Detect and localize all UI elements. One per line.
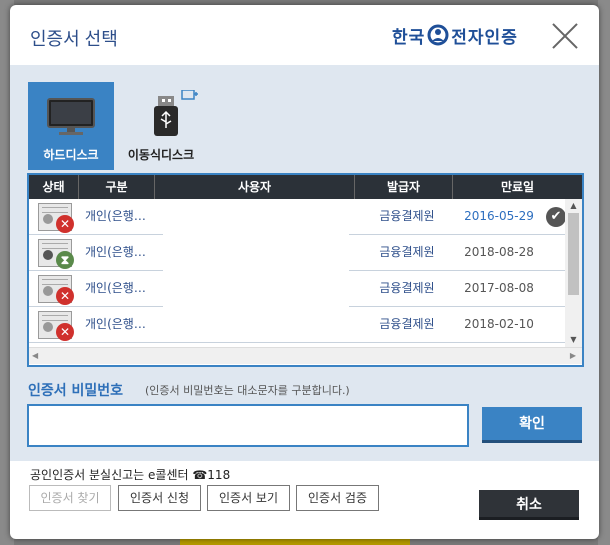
expired-icon: ✕ [56, 215, 74, 233]
cell-type: 개인(은행… [85, 245, 146, 259]
user-column-redaction [163, 203, 349, 333]
verify-certificate-button[interactable]: 인증서 검증 [296, 485, 379, 511]
monitor-icon [47, 98, 95, 135]
scroll-down-icon[interactable]: ▼ [565, 333, 582, 347]
cell-expiry: 2018-02-10 [464, 317, 534, 331]
cell-expiry: 2016-05-29 [464, 209, 534, 223]
hourglass-icon: ⧗ [56, 251, 74, 269]
table-header: 상태 구분 사용자 발급자 만료일 [29, 175, 582, 199]
cell-issuer: 금융결제원 [379, 245, 435, 259]
background-right-edge [598, 0, 610, 545]
vertical-scrollbar[interactable]: ▲ ▼ [565, 199, 582, 347]
cell-type: 개인(은행… [85, 281, 146, 295]
tab-hard-disk-label: 하드디스크 [43, 148, 99, 162]
dialog-header: 인증서 선택 한국 전자인증 [10, 5, 599, 65]
brand-right-text: 전자인증 [451, 27, 518, 47]
brand-left-text: 한국 [392, 27, 426, 47]
cell-issuer: 금융결제원 [379, 209, 435, 223]
cell-expiry: 2017-08-08 [464, 281, 534, 295]
brand-emblem-icon [427, 24, 449, 46]
certificate-table: 상태 구분 사용자 발급자 만료일 ✕ 개인(은행… 금융결제원 2016-05… [27, 173, 584, 367]
column-header-user[interactable]: 사용자 [155, 175, 355, 199]
certificate-dialog: 인증서 선택 한국 전자인증 하드디스크 이동식디스크 상태 구분 사용자 발급… [10, 5, 599, 539]
column-header-status[interactable]: 상태 [29, 175, 79, 199]
lost-report-note: 공인인증서 분실신고는 e콜센터 ☎118 [30, 468, 231, 482]
cell-issuer: 금융결제원 [379, 281, 435, 295]
tab-hard-disk[interactable]: 하드디스크 [28, 82, 114, 170]
cell-issuer: 금융결제원 [379, 317, 435, 331]
background-bottom-bar [180, 539, 410, 545]
close-icon[interactable] [551, 22, 579, 50]
scrollbar-thumb[interactable] [568, 213, 579, 295]
cell-type: 개인(은행… [85, 209, 146, 223]
view-certificate-button[interactable]: 인증서 보기 [207, 485, 290, 511]
expired-icon: ✕ [56, 323, 74, 341]
scroll-up-icon[interactable]: ▲ [565, 199, 582, 213]
horizontal-scrollbar[interactable]: ◀ ▶ [29, 347, 582, 364]
find-certificate-button[interactable]: 인증서 찾기 [29, 485, 111, 511]
usb-drive-icon [154, 90, 198, 136]
confirm-button[interactable]: 확인 [482, 407, 582, 443]
tab-removable-disk[interactable]: 이동식디스크 [118, 82, 204, 170]
expired-icon: ✕ [56, 287, 74, 305]
tab-removable-disk-label: 이동식디스크 [127, 148, 195, 162]
column-header-issuer[interactable]: 발급자 [355, 175, 453, 199]
password-hint: (인증서 비밀번호는 대소문자를 구분합니다.) [145, 384, 350, 397]
cell-type: 개인(은행… [85, 317, 146, 331]
dialog-title: 인증서 선택 [30, 29, 118, 49]
scroll-right-icon[interactable]: ▶ [570, 348, 576, 364]
column-header-type[interactable]: 구분 [79, 175, 155, 199]
dialog-body: 하드디스크 이동식디스크 상태 구분 사용자 발급자 만료일 ✕ 개인(은행… … [10, 65, 599, 461]
selected-check-icon: ✔ [546, 207, 566, 227]
password-label: 인증서 비밀번호 [28, 383, 124, 399]
brand-logo: 한국 전자인증 [392, 22, 518, 48]
column-header-expiry[interactable]: 만료일 [453, 175, 582, 199]
password-input[interactable] [27, 404, 469, 447]
cancel-button[interactable]: 취소 [479, 490, 579, 520]
scroll-left-icon[interactable]: ◀ [32, 348, 38, 364]
cell-expiry: 2018-08-28 [464, 245, 534, 259]
request-certificate-button[interactable]: 인증서 신청 [118, 485, 201, 511]
